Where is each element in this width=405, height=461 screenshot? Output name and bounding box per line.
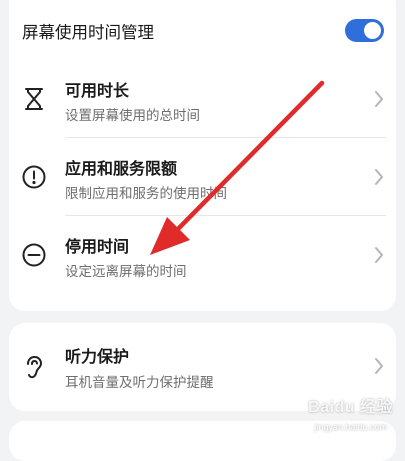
chevron-right-icon — [372, 356, 386, 376]
chevron-right-icon — [372, 89, 386, 109]
minus-circle-icon — [21, 242, 47, 268]
hearing-subtitle: 耳机音量及听力保护提醒 — [65, 375, 214, 391]
chevron-right-icon — [372, 245, 386, 265]
app-limits-title: 应用和服务限额 — [65, 159, 178, 178]
exclamation-circle-icon — [21, 164, 47, 190]
screen-time-card: 屏幕使用时间管理 可用时长 设置屏幕使用的总时间 应用和服务限额 限制应用和服务… — [9, 0, 396, 311]
available-time-subtitle: 设置屏幕使用的总时间 — [65, 108, 200, 124]
downtime-title: 停用时间 — [65, 237, 130, 256]
available-time-item[interactable]: 可用时长 设置屏幕使用的总时间 — [9, 60, 396, 138]
app-limits-item[interactable]: 应用和服务限额 限制应用和服务的使用时间 — [9, 138, 396, 216]
screen-time-toggle[interactable] — [345, 19, 384, 42]
watermark-url: jingyan.baidu.com — [314, 422, 387, 432]
hearing-title: 听力保护 — [65, 347, 130, 366]
chevron-right-icon — [372, 167, 386, 187]
hourglass-icon — [21, 86, 47, 112]
screen-time-title: 屏幕使用时间管理 — [22, 23, 154, 42]
available-time-title: 可用时长 — [65, 81, 130, 100]
downtime-item[interactable]: 停用时间 设定远离屏幕的时间 — [9, 216, 396, 294]
app-limits-subtitle: 限制应用和服务的使用时间 — [65, 186, 227, 202]
screen-time-header: 屏幕使用时间管理 — [9, 0, 396, 60]
toggle-knob — [364, 22, 381, 39]
ear-icon — [21, 354, 47, 380]
downtime-subtitle: 设定远离屏幕的时间 — [65, 264, 187, 280]
baidu-watermark: Baidu 经验 — [308, 399, 393, 416]
